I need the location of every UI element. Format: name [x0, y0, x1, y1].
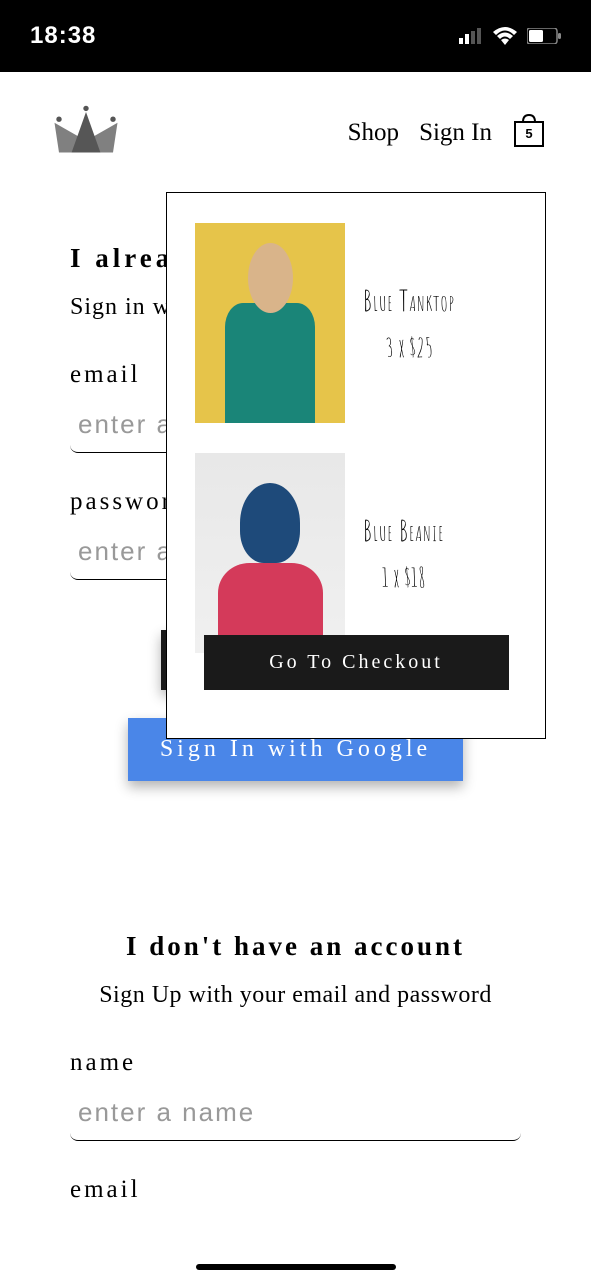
cart-item-price: 1 x $18: [363, 562, 444, 594]
nav-sign-in[interactable]: Sign In: [419, 119, 492, 147]
crown-icon: [50, 102, 122, 158]
status-icons: [459, 27, 561, 45]
nav-shop[interactable]: Shop: [348, 119, 399, 147]
name-field[interactable]: [70, 1085, 521, 1141]
nav: Shop Sign In 5: [348, 112, 546, 153]
product-image: [195, 223, 345, 423]
product-image: [195, 453, 345, 653]
logo[interactable]: [50, 102, 122, 163]
cart-item: Blue Beanie 1 x $18: [167, 453, 545, 653]
signup-email-label: email: [70, 1176, 521, 1204]
cart-item-price: 3 x $25: [363, 332, 455, 364]
cart-button[interactable]: 5: [512, 112, 546, 153]
signup-section: I don't have an account Sign Up with you…: [70, 931, 521, 1204]
battery-icon: [527, 28, 561, 44]
checkout-button[interactable]: Go To Checkout: [204, 635, 509, 690]
name-label: name: [70, 1049, 521, 1077]
cellular-icon: [459, 28, 483, 44]
cart-item-name: Blue Beanie: [363, 513, 444, 548]
status-time: 18:38: [30, 22, 96, 50]
cart-item: Blue Tanktop 3 x $25: [167, 223, 545, 423]
header: Shop Sign In 5: [0, 72, 591, 183]
cart-dropdown: Blue Tanktop 3 x $25 Blue Beanie 1 x $18…: [166, 192, 546, 739]
signup-title: I don't have an account: [70, 931, 521, 962]
cart-count: 5: [525, 126, 532, 141]
wifi-icon: [493, 27, 517, 45]
home-indicator[interactable]: [196, 1264, 396, 1270]
status-bar: 18:38: [0, 0, 591, 72]
signup-subtitle: Sign Up with your email and password: [70, 982, 521, 1009]
cart-item-name: Blue Tanktop: [363, 283, 455, 318]
